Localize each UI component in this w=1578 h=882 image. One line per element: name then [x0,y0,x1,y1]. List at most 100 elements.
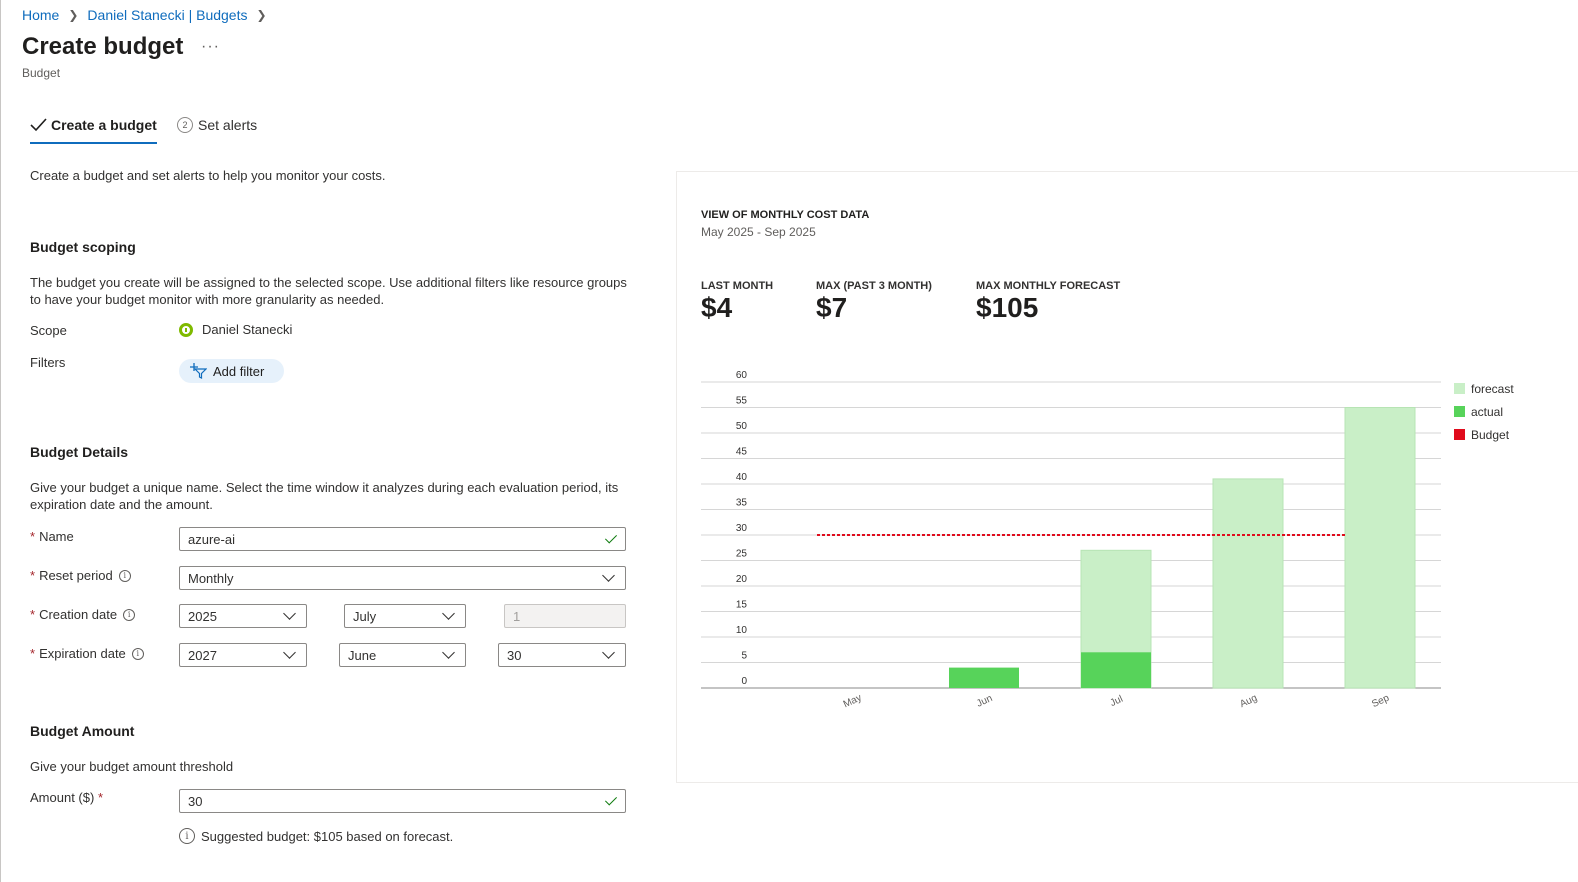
creation-date-label-text: Creation date [39,607,118,622]
y-tick-label: 30 [736,523,748,534]
breadcrumb-home-link[interactable]: Home [22,7,59,23]
y-tick-label: 5 [741,651,747,662]
legend-swatch [1454,429,1465,440]
amount-value: 30 [188,793,203,809]
add-filter-button[interactable]: Add filter [179,359,284,383]
suggested-budget-text: Suggested budget: $105 based on forecast… [201,828,454,844]
chevron-right-icon: ❯ [256,8,267,22]
legend-swatch [1454,383,1465,394]
legend-label: actual [1471,404,1504,419]
chart-date-range: May 2025 - Sep 2025 [701,225,816,239]
info-icon[interactable]: i [131,647,144,660]
amount-input[interactable]: 30 [179,789,626,813]
creation-month-select[interactable]: July [344,604,466,628]
x-tick-label: Sep [1370,692,1391,710]
kpi-max-forecast: MAX MONTHLY FORECAST $105 [976,280,1120,324]
tab-label: Create a budget [51,117,157,133]
legend-label: forecast [1471,381,1514,396]
add-filter-icon [190,363,207,379]
y-tick-label: 20 [736,574,748,585]
breadcrumb-budgets-link[interactable]: Daniel Stanecki | Budgets [87,7,247,23]
amount-label: Amount ($) * [30,790,107,805]
legend-item-budget: Budget [1454,423,1514,446]
y-tick-label: 50 [736,421,748,432]
expiration-month-select[interactable]: June [339,643,466,667]
kpi-last-month: LAST MONTH $4 [701,280,773,324]
reset-period-label-text: Reset period [39,568,113,583]
name-input[interactable]: azure-ai [179,527,626,551]
tab-label: Set alerts [198,117,258,133]
forecast-bar [1212,478,1284,689]
y-tick-label: 35 [736,498,748,509]
scope-name: Daniel Stanecki [202,322,293,337]
info-icon[interactable]: i [118,569,131,582]
chevron-down-icon [283,646,296,659]
valid-check-icon [604,530,618,544]
filters-label: Filters [30,355,66,370]
creation-year-select[interactable]: 2025 [179,604,307,628]
forecast-bar [1344,407,1416,689]
expiration-year-select[interactable]: 2027 [179,643,307,667]
add-filter-label: Add filter [213,363,265,379]
chevron-down-icon [602,646,615,659]
scoping-description: The budget you create will be assigned t… [30,275,627,307]
kpi-label: LAST MONTH [701,280,774,292]
required-asterisk: * [30,607,36,622]
y-tick-label: 40 [736,472,748,483]
x-tick-label: Jul [1109,694,1125,709]
y-tick-label: 0 [741,676,747,687]
actual-bar [1081,652,1151,688]
tab-set-alerts[interactable]: 2 Set alerts [177,117,257,133]
info-icon[interactable]: i [123,608,136,621]
x-tick-label: Aug [1238,693,1259,710]
expiration-date-label-text: Expiration date [39,646,126,661]
kpi-value: $4 [701,292,733,323]
suggested-budget-note: i Suggested budget: $105 based on foreca… [179,828,453,844]
legend-item-forecast: forecast [1454,377,1514,400]
kpi-label: MAX (PAST 3 MONTH) [816,280,932,292]
chevron-down-icon [442,607,455,620]
info-icon: i [179,828,195,844]
y-tick-label: 60 [736,370,748,381]
y-tick-label: 25 [736,549,748,560]
tab-create-budget[interactable]: Create a budget [30,117,157,144]
expiration-month-value: June [348,647,377,663]
valid-check-icon [604,792,618,806]
required-asterisk: * [30,646,36,661]
name-label: * Name [30,529,74,544]
checkmark-icon [30,118,47,132]
x-tick-label: May [842,692,864,710]
chevron-down-icon [283,607,296,620]
cost-chart: 0 5 10 15 20 25 30 35 40 45 50 55 60 May Jun Jul Aug Sep [701,370,1441,710]
chevron-right-icon: ❯ [68,8,79,22]
scope-label: Scope [30,323,67,338]
more-options-button[interactable]: ··· [201,38,220,56]
chevron-down-icon [442,646,455,659]
legend-label: Budget [1471,427,1510,442]
expiration-year-value: 2027 [188,647,217,663]
amount-description: Give your budget amount threshold [30,759,234,774]
chart-title: VIEW OF MONTHLY COST DATA [701,209,870,221]
kpi-label: MAX MONTHLY FORECAST [976,280,1121,292]
creation-year-value: 2025 [188,608,217,624]
y-tick-label: 10 [736,625,748,636]
kpi-max-past: MAX (PAST 3 MONTH) $7 [816,280,932,324]
details-description: Give your budget a unique name. Select t… [30,480,619,512]
reset-period-label: * Reset period i [30,568,131,583]
creation-day-value: 1 [513,608,521,624]
expiration-day-value: 30 [507,647,522,663]
kpi-value: $7 [816,292,848,323]
reset-period-select[interactable]: Monthly [179,566,626,590]
creation-date-label: * Creation date i [30,607,136,622]
scope-value[interactable]: Daniel Stanecki [179,322,292,337]
intro-text: Create a budget and set alerts to help y… [30,168,386,183]
name-value: azure-ai [188,531,235,547]
section-title-amount: Budget Amount [30,723,135,739]
y-tick-label: 15 [736,600,748,611]
x-tick-label: Jun [975,693,994,710]
name-label-text: Name [39,529,74,544]
expiration-day-select[interactable]: 30 [498,643,626,667]
y-tick-label: 55 [736,396,748,407]
creation-month-value: July [353,608,377,624]
breadcrumb: Home ❯ Daniel Stanecki | Budgets ❯ [22,7,276,23]
